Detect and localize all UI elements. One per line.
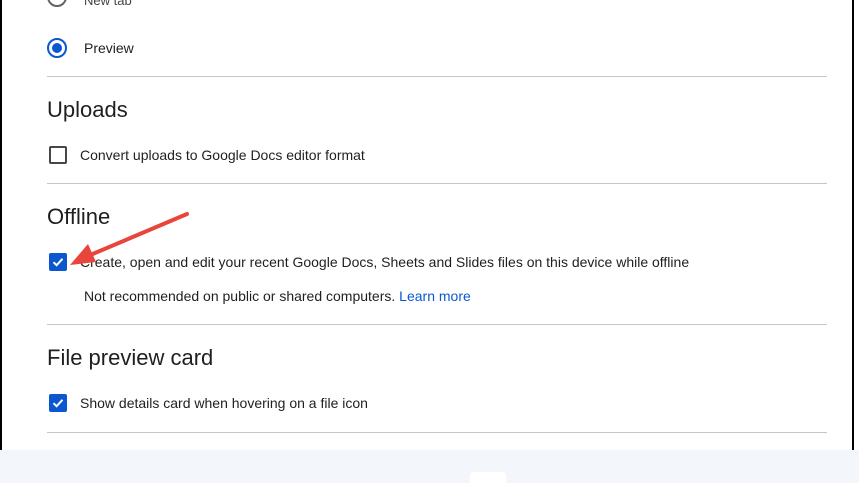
section-divider — [47, 324, 827, 325]
preview-radio[interactable] — [47, 38, 67, 58]
section-divider — [47, 432, 827, 433]
settings-screenshot: New tab Preview Uploads Convert uploads … — [0, 0, 859, 483]
learn-more-link[interactable]: Learn more — [399, 288, 471, 304]
checkmark-icon — [52, 399, 64, 408]
window-border-right — [852, 0, 854, 450]
offline-heading: Offline — [47, 204, 111, 229]
new-tab-label: New tab — [84, 0, 132, 8]
background-tab — [470, 472, 506, 483]
offline-note: Not recommended on public or shared comp… — [84, 287, 471, 305]
file-preview-card-checkbox[interactable] — [49, 394, 67, 412]
uploads-heading: Uploads — [47, 97, 128, 122]
file-preview-card-label: Show details card when hovering on a fil… — [80, 395, 368, 411]
background-window-strip — [0, 450, 859, 483]
settings-panel: New tab Preview Uploads Convert uploads … — [2, 0, 852, 450]
convert-uploads-checkbox[interactable] — [49, 146, 67, 164]
section-divider — [47, 76, 827, 77]
convert-uploads-label: Convert uploads to Google Docs editor fo… — [80, 147, 365, 163]
new-tab-radio[interactable] — [47, 0, 67, 7]
preview-label: Preview — [84, 40, 134, 56]
section-divider — [47, 183, 827, 184]
offline-label: Create, open and edit your recent Google… — [80, 254, 690, 270]
file-preview-card-heading: File preview card — [47, 345, 214, 370]
offline-note-text: Not recommended on public or shared comp… — [84, 288, 396, 304]
checkmark-icon — [52, 258, 64, 267]
offline-checkbox[interactable] — [49, 253, 67, 271]
